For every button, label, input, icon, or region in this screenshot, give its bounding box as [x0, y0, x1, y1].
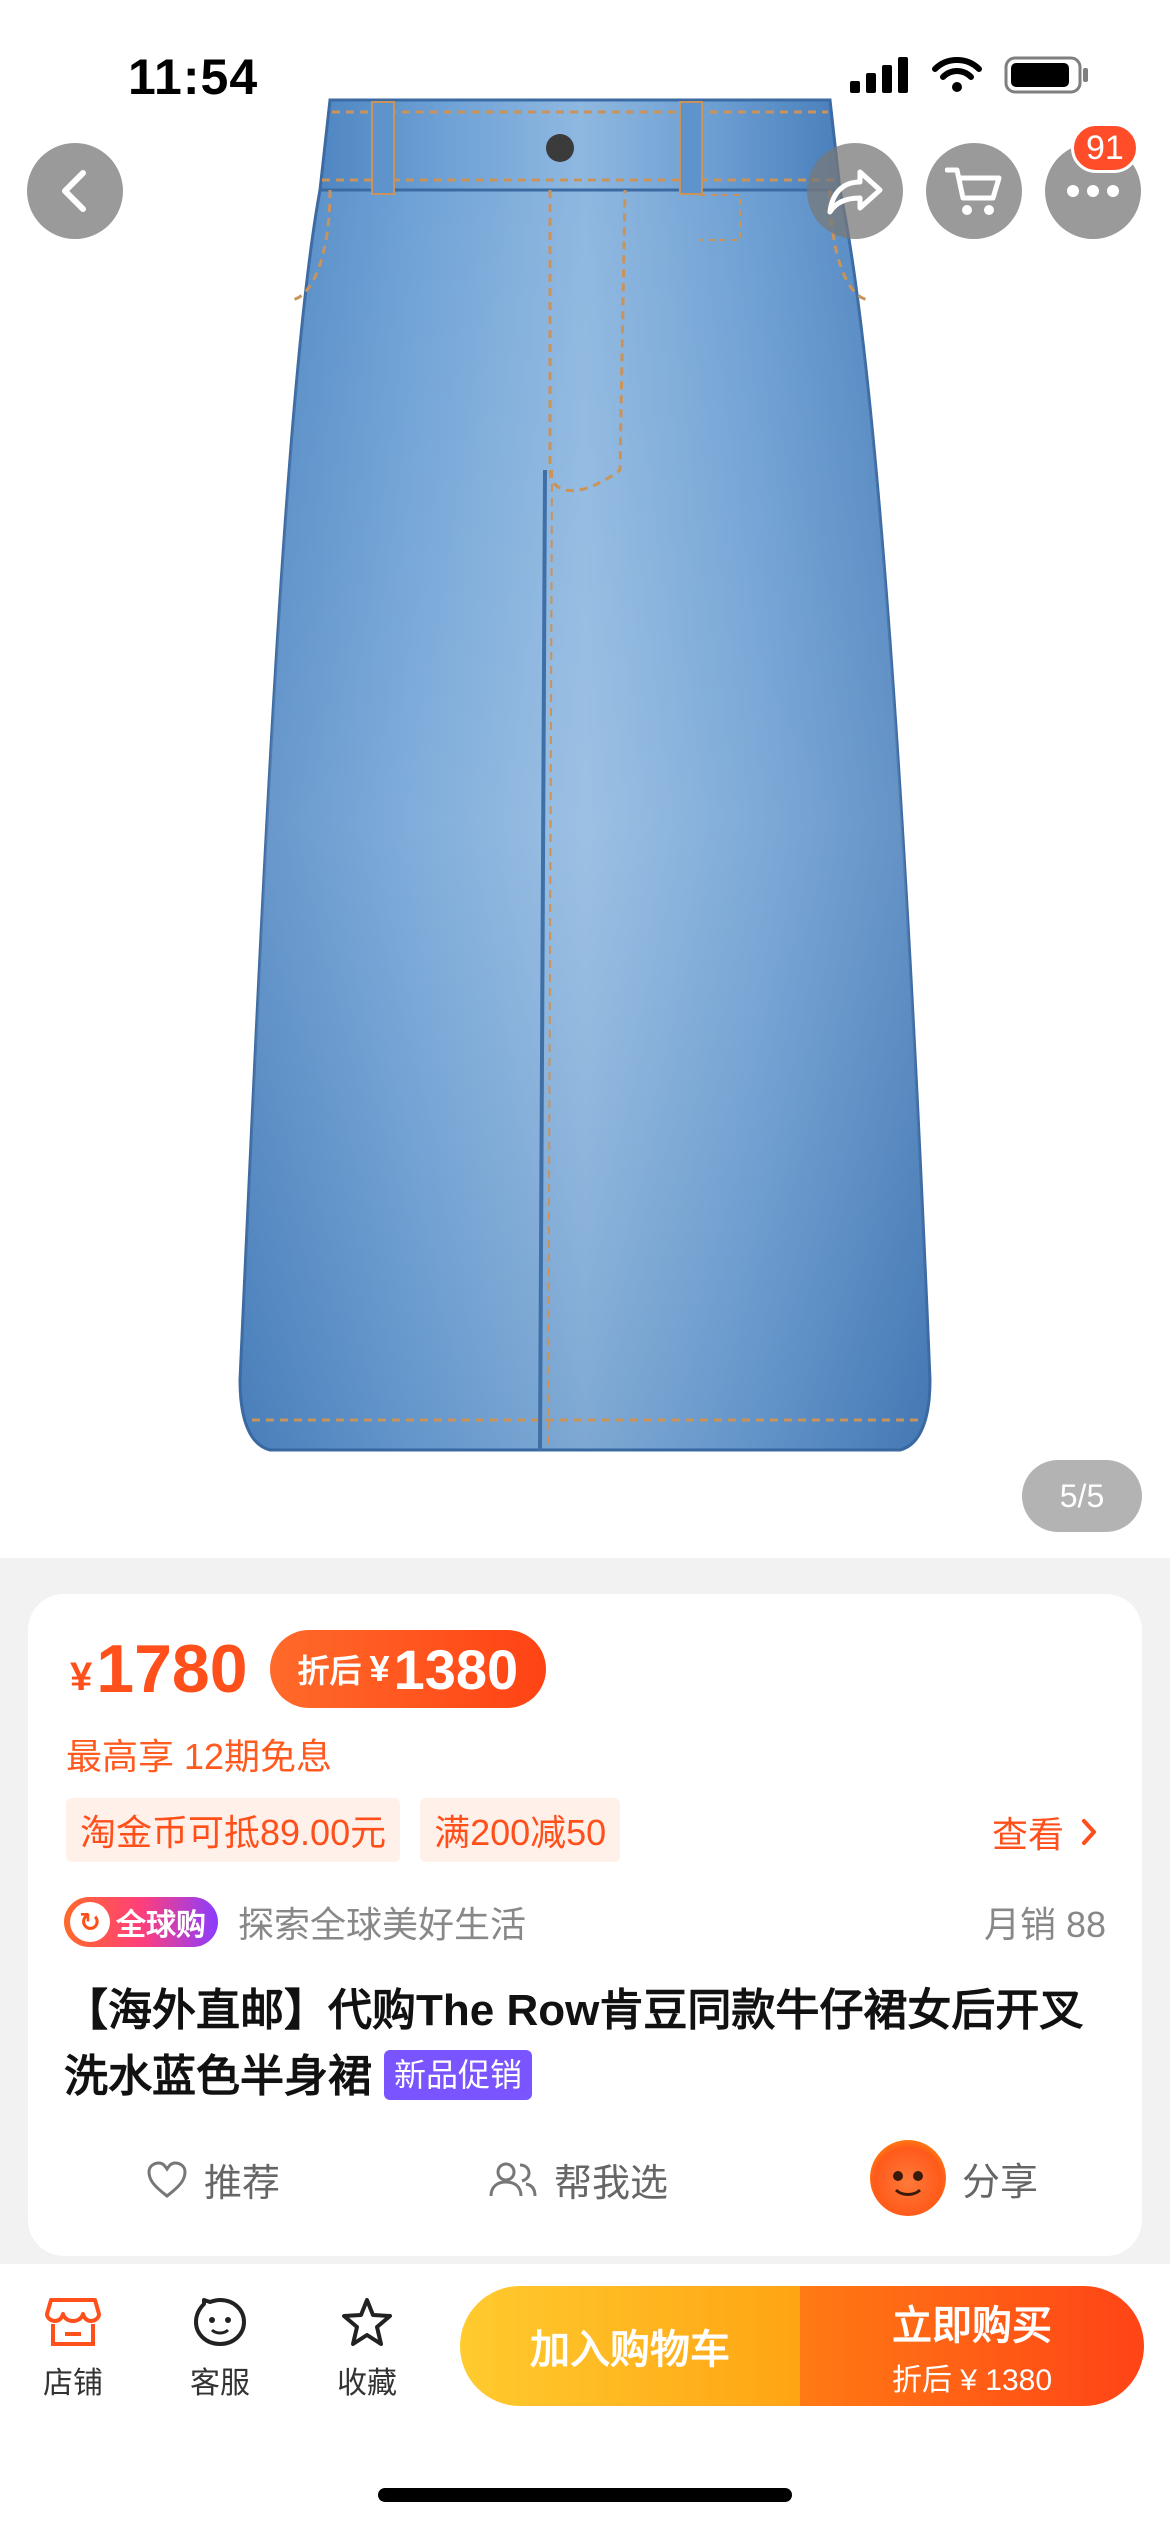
shop-icon	[45, 2298, 101, 2346]
image-page-indicator: 5/5	[1022, 1460, 1142, 1532]
cart-button[interactable]	[926, 143, 1022, 239]
product-actions-row: 推荐 帮我选 分享	[28, 2134, 1142, 2220]
buy-now-label: 立即购买	[892, 2304, 1052, 2348]
cellular-signal-icon	[850, 57, 908, 93]
coupon-full-reduction[interactable]: 满200减50	[420, 1798, 621, 1862]
chevron-right-icon	[1082, 1819, 1096, 1845]
add-to-cart-button[interactable]: 加入购物车	[460, 2286, 800, 2406]
more-dots-icon	[1067, 185, 1119, 197]
shop-label: 店铺	[43, 2367, 103, 2400]
discounted-price-badge: 折后 ¥ 1380	[269, 1630, 547, 1708]
battery-icon	[1004, 56, 1088, 94]
status-icons	[850, 56, 1090, 94]
favorite-button[interactable]: 收藏	[312, 2296, 422, 2402]
global-buy-row: ↻ 全球购 探索全球美好生活 月销 88	[64, 1894, 1106, 1950]
help-choose-label: 帮我选	[554, 2163, 669, 2205]
share-action-label: 分享	[962, 2161, 1039, 2204]
heart-icon	[147, 2160, 187, 2198]
buy-now-price: 折后 ¥ 1380	[891, 2364, 1053, 2397]
global-buy-label: 全球购	[116, 1909, 206, 1942]
price-row: ¥ 1780 折后 ¥ 1380	[70, 1630, 547, 1708]
discount-currency: ¥	[369, 1648, 390, 1689]
cart-icon	[945, 167, 1002, 215]
original-price: 1780	[96, 1631, 248, 1707]
share-button[interactable]	[807, 143, 903, 239]
status-time: 11:54	[128, 49, 259, 105]
favorite-label: 收藏	[337, 2367, 397, 2400]
purchase-cta: 加入购物车 立即购买 折后 ¥ 1380	[460, 2286, 1144, 2406]
product-info-card: ¥ 1780 折后 ¥ 1380 最高享 12期免息 淘金币可抵89.00元 满…	[28, 1594, 1142, 2256]
service-face-icon	[194, 2298, 246, 2346]
share-action-button[interactable]: 分享	[870, 2140, 1038, 2216]
back-button[interactable]	[27, 143, 123, 239]
discount-price: 1380	[393, 1637, 519, 1701]
promo-tag: 新品促销	[384, 2050, 533, 2101]
view-more-label: 查看	[991, 1814, 1064, 1855]
shop-button[interactable]: 店铺	[18, 2296, 128, 2402]
star-icon	[342, 2298, 392, 2346]
help-choose-button[interactable]: 帮我选	[488, 2152, 668, 2207]
home-indicator[interactable]	[378, 2488, 792, 2502]
people-icon	[489, 2162, 537, 2196]
global-buy-slogan: 探索全球美好生活	[238, 1904, 527, 1945]
share-arrow-icon	[827, 169, 883, 215]
monthly-sales: 月销 88	[983, 1904, 1106, 1945]
global-buy-badge: ↻ 全球购	[64, 1897, 218, 1947]
view-coupons-link[interactable]: 查看	[992, 1806, 1098, 1858]
service-label: 客服	[190, 2367, 250, 2400]
mascot-avatar-icon	[870, 2140, 946, 2216]
status-bar: 11:54	[0, 0, 1170, 150]
product-title-block: 【海外直邮】代购The Row肯豆同款牛仔裙女后开叉洗水蓝色半身裙 新品促销	[64, 1978, 1114, 2110]
global-buy-logo-icon: ↻	[70, 1902, 110, 1942]
recommend-button[interactable]: 推荐	[146, 2152, 280, 2207]
chevron-left-icon	[62, 170, 86, 212]
installment-text: 最高享 12期免息	[66, 1736, 333, 1777]
notification-badge: 91	[1071, 123, 1139, 173]
discount-label: 折后	[297, 1653, 362, 1689]
buy-now-button[interactable]: 立即购买 折后 ¥ 1380	[800, 2286, 1144, 2406]
wifi-icon	[932, 57, 982, 92]
price-currency: ¥	[70, 1655, 93, 1699]
customer-service-button[interactable]: 客服	[165, 2296, 275, 2402]
recommend-label: 推荐	[204, 2163, 281, 2205]
coupon-taojinbi[interactable]: 淘金币可抵89.00元	[66, 1798, 401, 1862]
coupon-list: 淘金币可抵89.00元 满200减50	[66, 1798, 621, 1862]
product-title: 【海外直邮】代购The Row肯豆同款牛仔裙女后开叉洗水蓝色半身裙	[64, 1986, 1084, 2101]
